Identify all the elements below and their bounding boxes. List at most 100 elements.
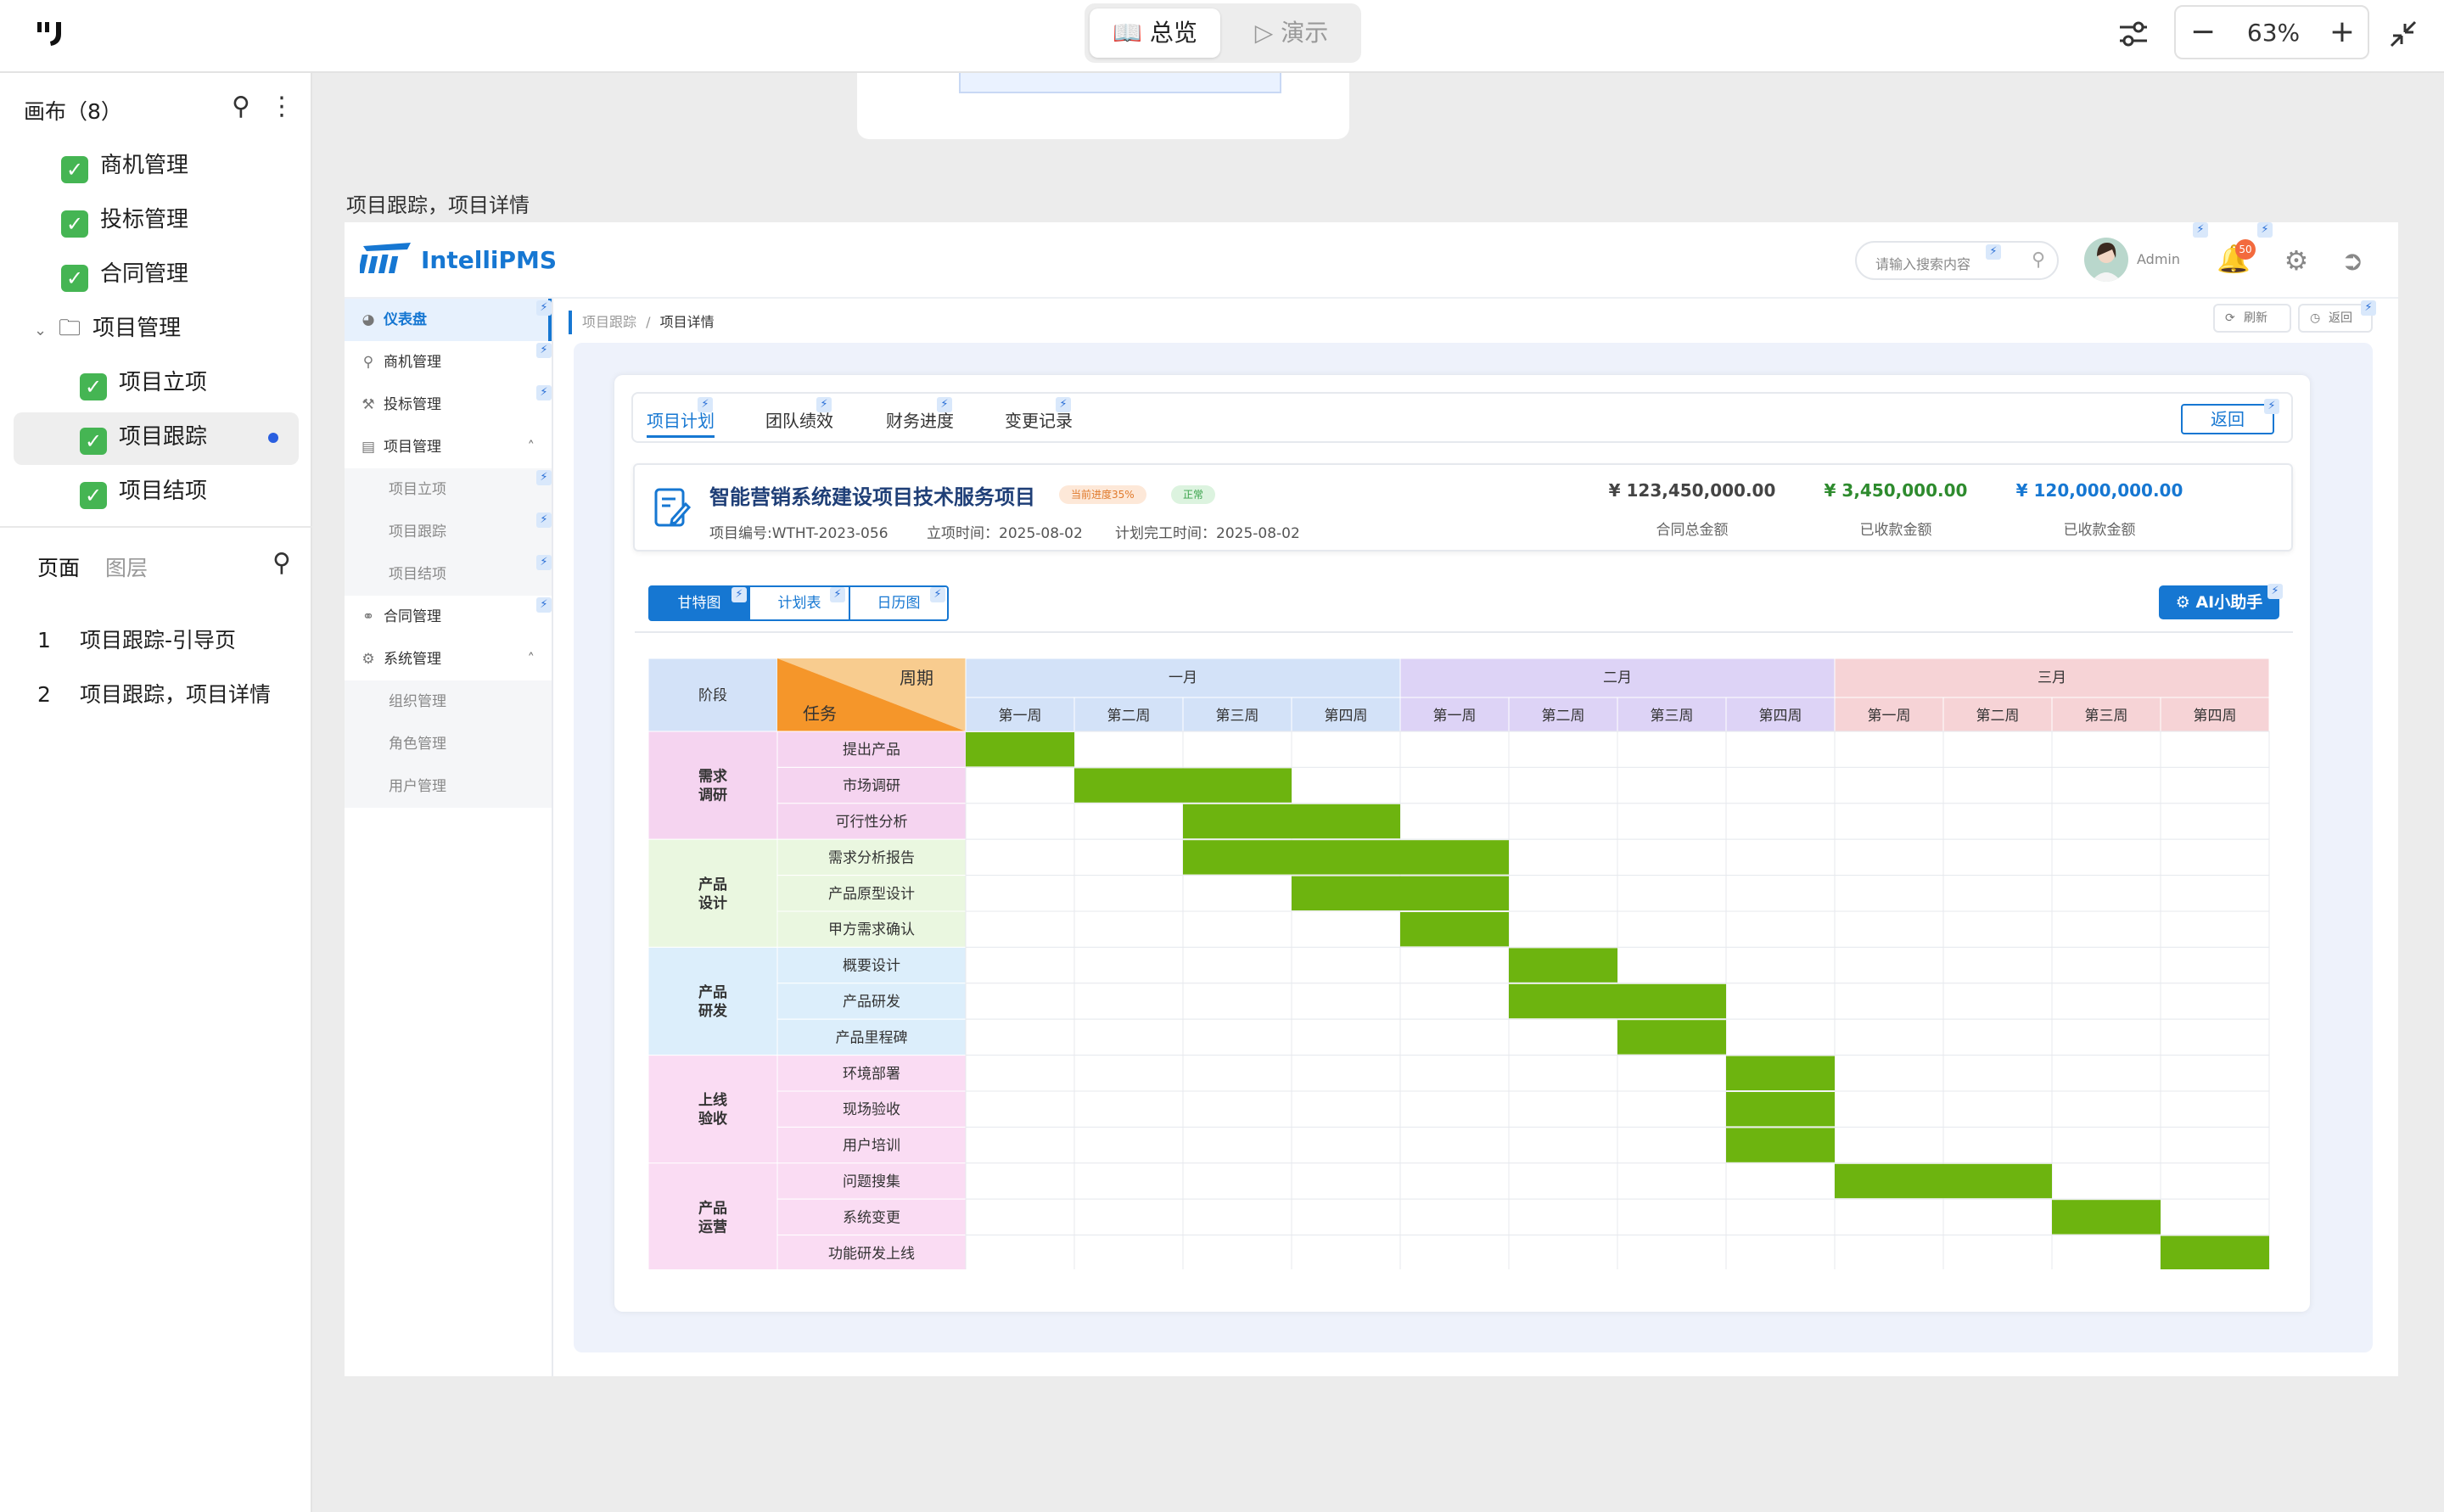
- gear-icon[interactable]: ⚙: [2279, 244, 2313, 278]
- gantt-week-label: 第三周: [2085, 708, 2128, 725]
- gantt-stage-label: 产品: [698, 1199, 727, 1217]
- search-input[interactable]: 请输入搜索内容 ⚲: [1855, 241, 2059, 280]
- tree-item-lixiang[interactable]: ✓ 项目立项: [80, 358, 207, 407]
- tree-item-toubiao[interactable]: ✓ 投标管理: [61, 195, 188, 244]
- gantt-bar[interactable]: [966, 732, 1074, 767]
- gantt-stage-label: 产品: [698, 983, 727, 1001]
- tree-item-jiexiang[interactable]: ✓ 项目结项: [80, 467, 207, 516]
- gantt-grid-cell: [1834, 766, 1944, 804]
- tree-item-genzong[interactable]: ✓ 项目跟踪: [80, 412, 207, 462]
- gantt-grid-cell: [1073, 1235, 1184, 1269]
- tree-item-label: 商机管理: [100, 153, 189, 178]
- logout-icon[interactable]: ➲: [2335, 244, 2369, 278]
- nav-system[interactable]: ⚙ 系统管理 ˄: [345, 638, 552, 680]
- gantt-bar[interactable]: [2161, 1235, 2269, 1269]
- gantt-bar[interactable]: [1943, 1163, 2052, 1199]
- gantt-bar[interactable]: [1617, 983, 1726, 1019]
- frame-label[interactable]: 项目跟踪，项目详情: [346, 188, 530, 218]
- gantt-bar[interactable]: [1509, 983, 1617, 1019]
- gantt-bar[interactable]: [1183, 840, 1292, 875]
- gantt-grid-cell: [1182, 731, 1292, 768]
- search-icon[interactable]: ⚲: [2026, 249, 2050, 273]
- nav-sub-user[interactable]: 用户管理: [345, 765, 552, 808]
- nav-sub-project-tracking[interactable]: 项目跟踪: [345, 511, 552, 553]
- gantt-stage-cell: [648, 946, 778, 1056]
- nav-sub-project-closing[interactable]: 项目结项: [345, 553, 552, 596]
- adjust-settings-icon[interactable]: [2113, 14, 2154, 54]
- gantt-bar[interactable]: [1292, 876, 1400, 910]
- flash-icon: ⚡: [536, 470, 552, 485]
- gantt-grid-cell: [1834, 875, 1944, 912]
- nav-dashboard[interactable]: ◕ 仪表盘: [345, 299, 552, 341]
- more-icon[interactable]: ⋮: [265, 90, 299, 124]
- app-logo[interactable]: [36, 17, 70, 56]
- tree-folder-xiangmu[interactable]: ⌄ 🗀 项目管理: [34, 304, 181, 353]
- gantt-bar[interactable]: [1292, 840, 1400, 875]
- gantt-grid-cell: [1617, 731, 1727, 768]
- nav-bidding[interactable]: ⚒ 投标管理: [345, 384, 552, 426]
- gantt-bar[interactable]: [1400, 840, 1509, 875]
- tab-layers[interactable]: 图层: [105, 552, 148, 582]
- nav-sub-role[interactable]: 角色管理: [345, 723, 552, 765]
- tab-pages[interactable]: 页面: [37, 552, 80, 582]
- nav-sub-project-setup[interactable]: 项目立项: [345, 468, 552, 511]
- gantt-bar[interactable]: [1183, 768, 1292, 803]
- gantt-bar[interactable]: [1400, 876, 1509, 910]
- progress-tag: 当前进度35%: [1059, 485, 1146, 504]
- zoom-in-button[interactable]: +: [2322, 12, 2363, 53]
- back-button[interactable]: 返回: [2181, 404, 2274, 434]
- gantt-grid-cell: [1291, 1055, 1401, 1092]
- nav-project[interactable]: ▤ 项目管理 ˄: [345, 426, 552, 468]
- gantt-month-label: 一月: [1169, 669, 1197, 686]
- gantt-bar[interactable]: [1074, 768, 1183, 803]
- previous-frame[interactable]: [857, 73, 1349, 139]
- gantt-bar[interactable]: [1835, 1163, 1943, 1199]
- gantt-grid-cell: [2051, 875, 2161, 912]
- nav-sub-org[interactable]: 组织管理: [345, 680, 552, 723]
- mode-switch: 📖 总览 ▷ 演示: [1085, 3, 1361, 63]
- gantt-grid-cell: [1291, 1198, 1401, 1236]
- tree-item-shangji[interactable]: ✓ 商机管理: [61, 141, 188, 190]
- gantt-bar[interactable]: [1726, 1128, 1835, 1162]
- gantt-grid-cell: [1617, 1198, 1727, 1236]
- search-icon[interactable]: ⚲: [265, 546, 299, 580]
- mode-overview-button[interactable]: 📖 总览: [1090, 8, 1220, 58]
- gantt-bar[interactable]: [1292, 804, 1400, 839]
- checkbox-icon: ✓: [61, 210, 88, 238]
- gantt-bar[interactable]: [1617, 1020, 1726, 1055]
- gantt-grid-cell: [1617, 1126, 1727, 1164]
- search-icon[interactable]: ⚲: [224, 90, 258, 124]
- gantt-bar[interactable]: [1726, 1092, 1835, 1127]
- gantt-chart: 阶段 周期任务 一月 二月 三月第一周 第二周 第三周 第四周 第一周 第二周 第三周 第四周 第一周 第…: [648, 658, 2270, 1269]
- tree-item-label: 项目管理: [92, 316, 182, 341]
- gantt-grid-cell: [1942, 1018, 2053, 1056]
- tree-item-hetong[interactable]: ✓ 合同管理: [61, 249, 188, 299]
- collapse-icon[interactable]: [2383, 14, 2424, 54]
- gantt-bar[interactable]: [2052, 1200, 2161, 1235]
- ai-assistant-button[interactable]: ⚙ AI小助手: [2159, 585, 2279, 619]
- gantt-grid-cell: [1725, 1235, 1836, 1269]
- zoom-out-button[interactable]: −: [2183, 12, 2223, 53]
- gantt-week-label: 第一周: [1868, 708, 1911, 725]
- gantt-grid-cell: [1291, 766, 1401, 804]
- gantt-bar[interactable]: [1509, 948, 1617, 983]
- mode-present-button[interactable]: ▷ 演示: [1227, 8, 1356, 58]
- gantt-bar[interactable]: [1726, 1056, 1835, 1090]
- zoom-level[interactable]: 63%: [2227, 7, 2320, 59]
- refresh-button[interactable]: ⟳ 刷新: [2213, 304, 2291, 333]
- gantt-grid-cell: [1073, 1126, 1184, 1164]
- tree-item-label: 项目跟踪: [119, 424, 208, 450]
- gantt-grid-cell: [1942, 1126, 2053, 1164]
- gantt-week-label: 第四周: [1325, 708, 1368, 725]
- nav-opportunity[interactable]: ⚲ 商机管理: [345, 341, 552, 384]
- gantt-grid-cell: [1073, 875, 1184, 912]
- design-frame[interactable]: IntelliPMS 请输入搜索内容 ⚲ ⚡ Admin ⚡ 🔔 50 ⚡ ⚙ …: [345, 222, 2398, 1376]
- nav-contract[interactable]: ⚭ 合同管理: [345, 596, 552, 638]
- page-item[interactable]: 1 项目跟踪-引导页: [37, 619, 236, 662]
- breadcrumb-parent[interactable]: 项目跟踪: [582, 314, 636, 330]
- gantt-bar[interactable]: [1183, 804, 1292, 839]
- search-placeholder: 请输入搜索内容: [1875, 256, 1971, 272]
- page-item[interactable]: 2 项目跟踪，项目详情: [37, 674, 271, 716]
- gantt-bar[interactable]: [1400, 912, 1509, 947]
- avatar[interactable]: [2084, 238, 2128, 282]
